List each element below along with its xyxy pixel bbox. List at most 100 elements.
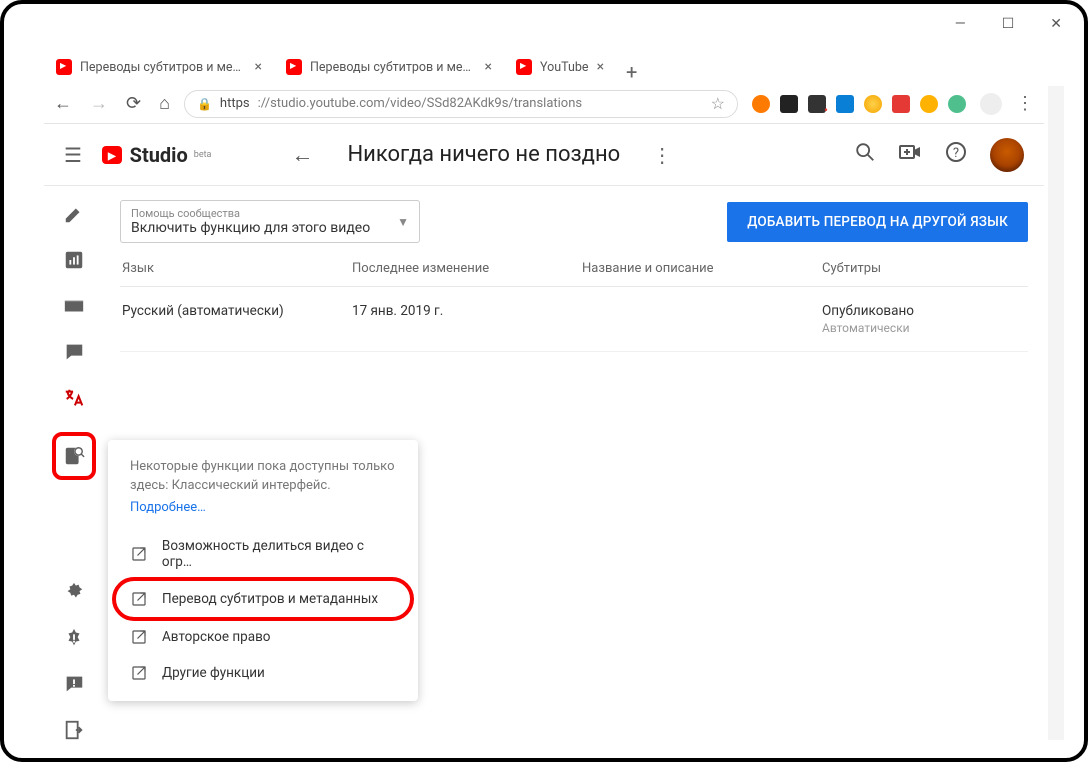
profile-avatar[interactable]: [980, 93, 1002, 115]
search-icon[interactable]: [854, 141, 876, 168]
bookmark-icon[interactable]: ☆: [711, 94, 725, 113]
classic-features-popup: Некоторые функции пока доступны только з…: [108, 440, 418, 701]
header-actions: ?: [854, 138, 1024, 172]
sidebar-feedback-icon[interactable]: [62, 672, 86, 696]
sidebar-details-icon[interactable]: [62, 202, 86, 226]
logo-beta: beta: [194, 150, 212, 160]
youtube-icon: [56, 59, 72, 75]
popup-item-other[interactable]: Другие функции: [108, 655, 418, 691]
th-modified: Последнее изменение: [352, 261, 582, 276]
video-options-icon[interactable]: ⋮: [652, 143, 672, 167]
tab-close-icon[interactable]: ×: [255, 59, 262, 75]
sidebar-whatsnew-icon[interactable]: [62, 626, 86, 650]
back-arrow[interactable]: ←: [291, 142, 313, 168]
extension-icon[interactable]: [752, 95, 770, 113]
tab-close-icon[interactable]: ×: [597, 59, 604, 75]
popup-item-translations[interactable]: Перевод субтитров и метаданных: [116, 581, 410, 617]
subs-status: Опубликовано: [822, 303, 1026, 319]
create-icon[interactable]: [898, 140, 922, 169]
studio-header: ☰ Studiobeta ← Никогда ничего не поздно …: [44, 124, 1044, 186]
popup-note: Некоторые функции пока доступны только з…: [108, 458, 418, 496]
tab-title: Переводы субтитров и метадан: [80, 60, 247, 75]
url-protocol: https: [220, 96, 250, 111]
popup-item-copyright[interactable]: Авторское право: [108, 619, 418, 655]
video-title: Никогда ничего не поздно: [347, 142, 620, 167]
sidebar-translations-icon[interactable]: [62, 386, 86, 410]
sidebar-analytics-icon[interactable]: [62, 248, 86, 272]
community-help-value: Включить функцию для этого видео: [131, 220, 409, 236]
sidebar-settings-icon[interactable]: [62, 580, 86, 604]
menu-icon[interactable]: ☰: [64, 143, 82, 167]
external-link-icon: [130, 545, 148, 563]
nav-home[interactable]: ⌂: [159, 93, 170, 114]
th-language: Язык: [122, 261, 352, 276]
tab-strip: Переводы субтитров и метадан × Переводы …: [44, 48, 1044, 84]
sidebar-classic-icon[interactable]: [62, 718, 86, 742]
window-close[interactable]: ✕: [1050, 16, 1062, 32]
window-maximize[interactable]: ☐: [1002, 16, 1015, 32]
browser-tab-0[interactable]: Переводы субтитров и метадан ×: [44, 50, 274, 84]
url-field[interactable]: 🔒 https ://studio.youtube.com/video/SSd82…: [184, 90, 738, 118]
window-controls: — ☐ ✕: [955, 16, 1062, 32]
external-link-icon: [130, 628, 148, 646]
youtube-icon: [286, 59, 302, 75]
sidebar-more-icon[interactable]: [62, 444, 86, 468]
extension-icon[interactable]: [780, 95, 798, 113]
community-help-select[interactable]: Помощь сообщества Включить функцию для э…: [120, 200, 420, 243]
chevron-down-icon: ▼: [397, 215, 409, 229]
tab-title: YouTube: [540, 60, 589, 75]
cell-titledesc: [582, 303, 822, 335]
new-tab-button[interactable]: +: [616, 60, 647, 84]
external-link-icon: [130, 590, 148, 608]
tab-close-icon[interactable]: ×: [485, 59, 492, 75]
popup-item-label: Возможность делиться видео с огр…: [162, 538, 396, 570]
sidebar-editor-icon[interactable]: [62, 294, 86, 318]
add-translation-button[interactable]: ДОБАВИТЬ ПЕРЕВОД НА ДРУГОЙ ЯЗЫК: [727, 202, 1028, 242]
extension-icon[interactable]: [864, 95, 882, 113]
table-header: Язык Последнее изменение Название и опис…: [120, 243, 1028, 287]
community-help-label: Помощь сообщества: [131, 207, 409, 220]
extension-icon[interactable]: [892, 95, 910, 113]
url-bar: ← → ⟳ ⌂ 🔒 https ://studio.youtube.com/vid…: [44, 84, 1044, 124]
sidebar-more-highlight: [52, 432, 96, 480]
popup-item-label: Перевод субтитров и метаданных: [162, 591, 378, 607]
cell-modified: 17 янв. 2019 г.: [352, 303, 582, 335]
cell-language: Русский (автоматически): [122, 303, 352, 335]
youtube-icon: [102, 146, 122, 164]
nav-back[interactable]: ←: [54, 93, 72, 114]
window-minimize[interactable]: —: [955, 16, 966, 32]
top-row: Помощь сообщества Включить функцию для э…: [120, 200, 1028, 243]
popup-more-link[interactable]: Подробнее…: [108, 496, 418, 529]
extensions: [752, 95, 966, 113]
help-icon[interactable]: ?: [944, 140, 968, 169]
extension-icon[interactable]: [808, 95, 826, 113]
sidebar-comments-icon[interactable]: [62, 340, 86, 364]
th-subtitles: Субтитры: [822, 261, 1026, 276]
browser-menu[interactable]: ⋮: [1016, 93, 1034, 114]
extension-icon[interactable]: [836, 95, 854, 113]
youtube-icon: [516, 59, 532, 75]
cell-subtitles: Опубликовано Автоматически: [822, 303, 1026, 335]
popup-item-label: Авторское право: [162, 629, 271, 645]
popup-item-label: Другие функции: [162, 665, 265, 681]
browser-window: — ☐ ✕ Переводы субтитров и метадан × Пер…: [0, 0, 1088, 762]
lock-icon: 🔒: [197, 97, 212, 111]
channel-avatar[interactable]: [990, 138, 1024, 172]
studio-logo[interactable]: Studio beta: [102, 143, 212, 167]
sidebar: [44, 186, 104, 742]
logo-text: Studio: [130, 143, 188, 167]
url-path: ://studio.youtube.com/video/SSd82AKdk9s/…: [258, 96, 583, 111]
tab-title: Переводы субтитров и метадан: [310, 60, 477, 75]
browser-tab-1[interactable]: Переводы субтитров и метадан ×: [274, 50, 504, 84]
nav-reload[interactable]: ⟳: [126, 93, 141, 114]
nav-forward[interactable]: →: [90, 93, 108, 114]
scrollbar[interactable]: [1048, 86, 1064, 740]
browser-tab-2[interactable]: YouTube ×: [504, 50, 616, 84]
subs-type: Автоматически: [822, 321, 1026, 335]
extension-icon[interactable]: [948, 95, 966, 113]
popup-item-share[interactable]: Возможность делиться видео с огр…: [108, 529, 418, 579]
extension-icon[interactable]: [920, 95, 938, 113]
nav-buttons: ← → ⟳ ⌂: [54, 93, 170, 114]
th-titledesc: Название и описание: [582, 261, 822, 276]
table-row[interactable]: Русский (автоматически) 17 янв. 2019 г. …: [120, 287, 1028, 352]
